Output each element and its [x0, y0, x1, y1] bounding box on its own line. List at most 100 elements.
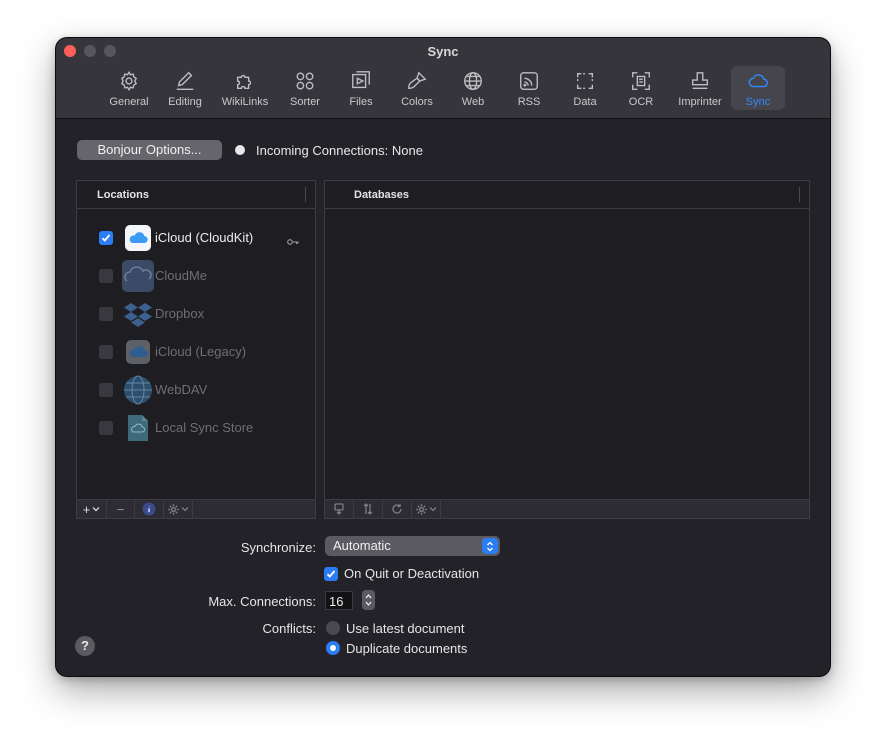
- tab-label: Colors: [401, 96, 433, 108]
- add-location-button[interactable]: +: [77, 500, 107, 518]
- use-latest-label: Use latest document: [346, 621, 465, 636]
- tab-colors[interactable]: Colors: [391, 66, 443, 110]
- location-row-local-sync-store[interactable]: Local Sync Store: [77, 409, 315, 447]
- puzzle-icon: [233, 69, 257, 93]
- arrows-updown-icon: [363, 503, 373, 515]
- databases-header-label: Databases: [354, 189, 410, 201]
- databases-footer: [325, 499, 809, 518]
- tab-label: Sync: [745, 96, 771, 108]
- cloudme-icon: [122, 260, 154, 292]
- location-label: WebDAV: [155, 382, 208, 397]
- duplicate-documents-radio[interactable]: [326, 641, 340, 655]
- locations-panel: Locations iCloud (CloudKit) CloudMe Drop…: [76, 180, 316, 519]
- help-button[interactable]: ?: [75, 636, 95, 656]
- tab-label: Data: [573, 96, 597, 108]
- location-checkbox[interactable]: [99, 269, 113, 283]
- local-store-icon: [122, 412, 154, 444]
- remove-location-button[interactable]: −: [107, 500, 135, 518]
- location-row-webdav[interactable]: WebDAV: [77, 371, 315, 409]
- tab-web[interactable]: Web: [447, 66, 499, 110]
- stamp-icon: [688, 69, 712, 93]
- refresh-icon: [392, 504, 402, 514]
- globe-icon: [461, 69, 485, 93]
- updown-chevron-icon: [482, 538, 498, 554]
- tab-label: General: [109, 96, 149, 108]
- import-icon: [334, 503, 344, 515]
- pencil-icon: [173, 69, 197, 93]
- location-action-menu-button[interactable]: [164, 500, 193, 518]
- duplicate-documents-label: Duplicate documents: [346, 641, 468, 656]
- locations-footer: + −: [77, 499, 315, 518]
- bonjour-options-button[interactable]: Bonjour Options...: [77, 140, 222, 160]
- icloud-icon: [122, 222, 154, 254]
- location-label: Local Sync Store: [155, 420, 254, 435]
- gear-icon: [168, 503, 179, 515]
- location-label: CloudMe: [155, 268, 208, 283]
- brush-icon: [405, 69, 429, 93]
- tab-wikilinks[interactable]: WikiLinks: [215, 66, 275, 110]
- location-checkbox[interactable]: [99, 421, 113, 435]
- gear-icon: [117, 69, 141, 93]
- max-connections-label: Max. Connections:: [208, 594, 316, 609]
- tab-rss[interactable]: RSS: [503, 66, 555, 110]
- chevron-down-icon: [92, 507, 100, 512]
- synchronize-value: Automatic: [333, 538, 391, 553]
- cloud-icon: [746, 69, 770, 93]
- sort-button[interactable]: [354, 500, 383, 518]
- location-checkbox[interactable]: [99, 383, 113, 397]
- synchronize-select[interactable]: Automatic: [325, 536, 500, 556]
- tab-sorter[interactable]: Sorter: [279, 66, 331, 110]
- database-action-menu-button[interactable]: [412, 500, 441, 518]
- tab-ocr[interactable]: OCR: [615, 66, 667, 110]
- tab-label: Editing: [168, 96, 202, 108]
- locations-header: Locations: [77, 181, 315, 209]
- info-icon: [142, 502, 156, 516]
- ocr-icon: [629, 69, 653, 93]
- max-connections-stepper[interactable]: [362, 590, 375, 610]
- key-icon: [287, 233, 299, 251]
- gear-icon: [416, 503, 427, 515]
- synchronize-label: Synchronize:: [240, 540, 316, 555]
- files-icon: [349, 69, 373, 93]
- tab-general[interactable]: General: [103, 66, 155, 110]
- preferences-window: Sync General Editing WikiLinks Sorter Fi…: [56, 38, 830, 676]
- location-checkbox[interactable]: [99, 345, 113, 359]
- preferences-toolbar: General Editing WikiLinks Sorter Files C…: [56, 66, 830, 112]
- refresh-button[interactable]: [383, 500, 412, 518]
- stepper-arrows-icon: [365, 594, 372, 606]
- location-checkbox[interactable]: [99, 231, 113, 245]
- tab-imprinter[interactable]: Imprinter: [671, 66, 729, 110]
- location-row-icloud-legacy[interactable]: iCloud (Legacy): [77, 333, 315, 371]
- databases-header: Databases: [325, 181, 809, 209]
- download-database-button[interactable]: [325, 500, 354, 518]
- location-checkbox[interactable]: [99, 307, 113, 321]
- location-row-dropbox[interactable]: Dropbox: [77, 295, 315, 333]
- tab-data[interactable]: Data: [559, 66, 611, 110]
- tab-label: Files: [349, 96, 373, 108]
- use-latest-radio[interactable]: [326, 621, 340, 635]
- tab-label: Web: [461, 96, 485, 108]
- column-divider: [799, 187, 800, 202]
- locations-header-label: Locations: [97, 189, 149, 201]
- max-connections-field[interactable]: 16: [325, 591, 353, 610]
- circles-icon: [293, 69, 317, 93]
- icloud-legacy-icon: [122, 336, 154, 368]
- tab-label: RSS: [517, 96, 541, 108]
- column-divider: [305, 187, 306, 202]
- tab-files[interactable]: Files: [335, 66, 387, 110]
- info-button[interactable]: [135, 500, 164, 518]
- rss-icon: [517, 69, 541, 93]
- conflicts-label: Conflicts:: [262, 621, 316, 636]
- location-row-cloudme[interactable]: CloudMe: [77, 257, 315, 295]
- tab-label: OCR: [628, 96, 654, 108]
- quit-deactivation-label: On Quit or Deactivation: [344, 566, 480, 581]
- connection-status-dot: [235, 145, 245, 155]
- tab-editing[interactable]: Editing: [159, 66, 211, 110]
- location-row-icloud-cloudkit[interactable]: iCloud (CloudKit): [77, 219, 315, 257]
- data-icon: [573, 69, 597, 93]
- minus-icon: −: [116, 501, 125, 517]
- window-title: Sync: [427, 44, 459, 59]
- incoming-connections-status: Incoming Connections: None: [256, 143, 423, 158]
- quit-deactivation-checkbox[interactable]: [324, 567, 338, 581]
- tab-sync[interactable]: Sync: [731, 66, 785, 110]
